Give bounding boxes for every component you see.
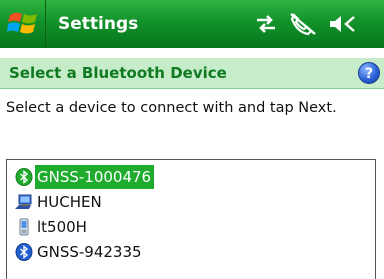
app-title: Settings bbox=[58, 14, 139, 34]
connectivity-icon[interactable] bbox=[254, 12, 278, 36]
device-label: GNSS-942335 bbox=[37, 243, 142, 261]
help-button[interactable]: ? bbox=[358, 62, 380, 84]
start-button[interactable] bbox=[0, 0, 46, 48]
mobile-device-icon bbox=[19, 218, 29, 236]
device-list[interactable]: GNSS-1000476 HUCHEN lt500H GNSS-942335 bbox=[6, 159, 376, 279]
instruction-text: Select a device to connect with and tap … bbox=[6, 100, 337, 116]
page-header: Select a Bluetooth Device ? bbox=[0, 58, 384, 89]
title-bar: Settings bbox=[0, 0, 384, 48]
speaker-muted-icon[interactable] bbox=[327, 12, 357, 36]
bluetooth-icon bbox=[15, 243, 33, 261]
no-phone-icon[interactable] bbox=[289, 12, 317, 36]
computer-icon bbox=[15, 194, 32, 209]
device-label: GNSS-1000476 bbox=[35, 165, 155, 189]
device-label: HUCHEN bbox=[37, 193, 102, 211]
page-title: Select a Bluetooth Device bbox=[9, 64, 227, 82]
bluetooth-icon bbox=[15, 168, 33, 186]
windows-flag-icon bbox=[7, 12, 37, 34]
device-label: lt500H bbox=[37, 218, 87, 236]
